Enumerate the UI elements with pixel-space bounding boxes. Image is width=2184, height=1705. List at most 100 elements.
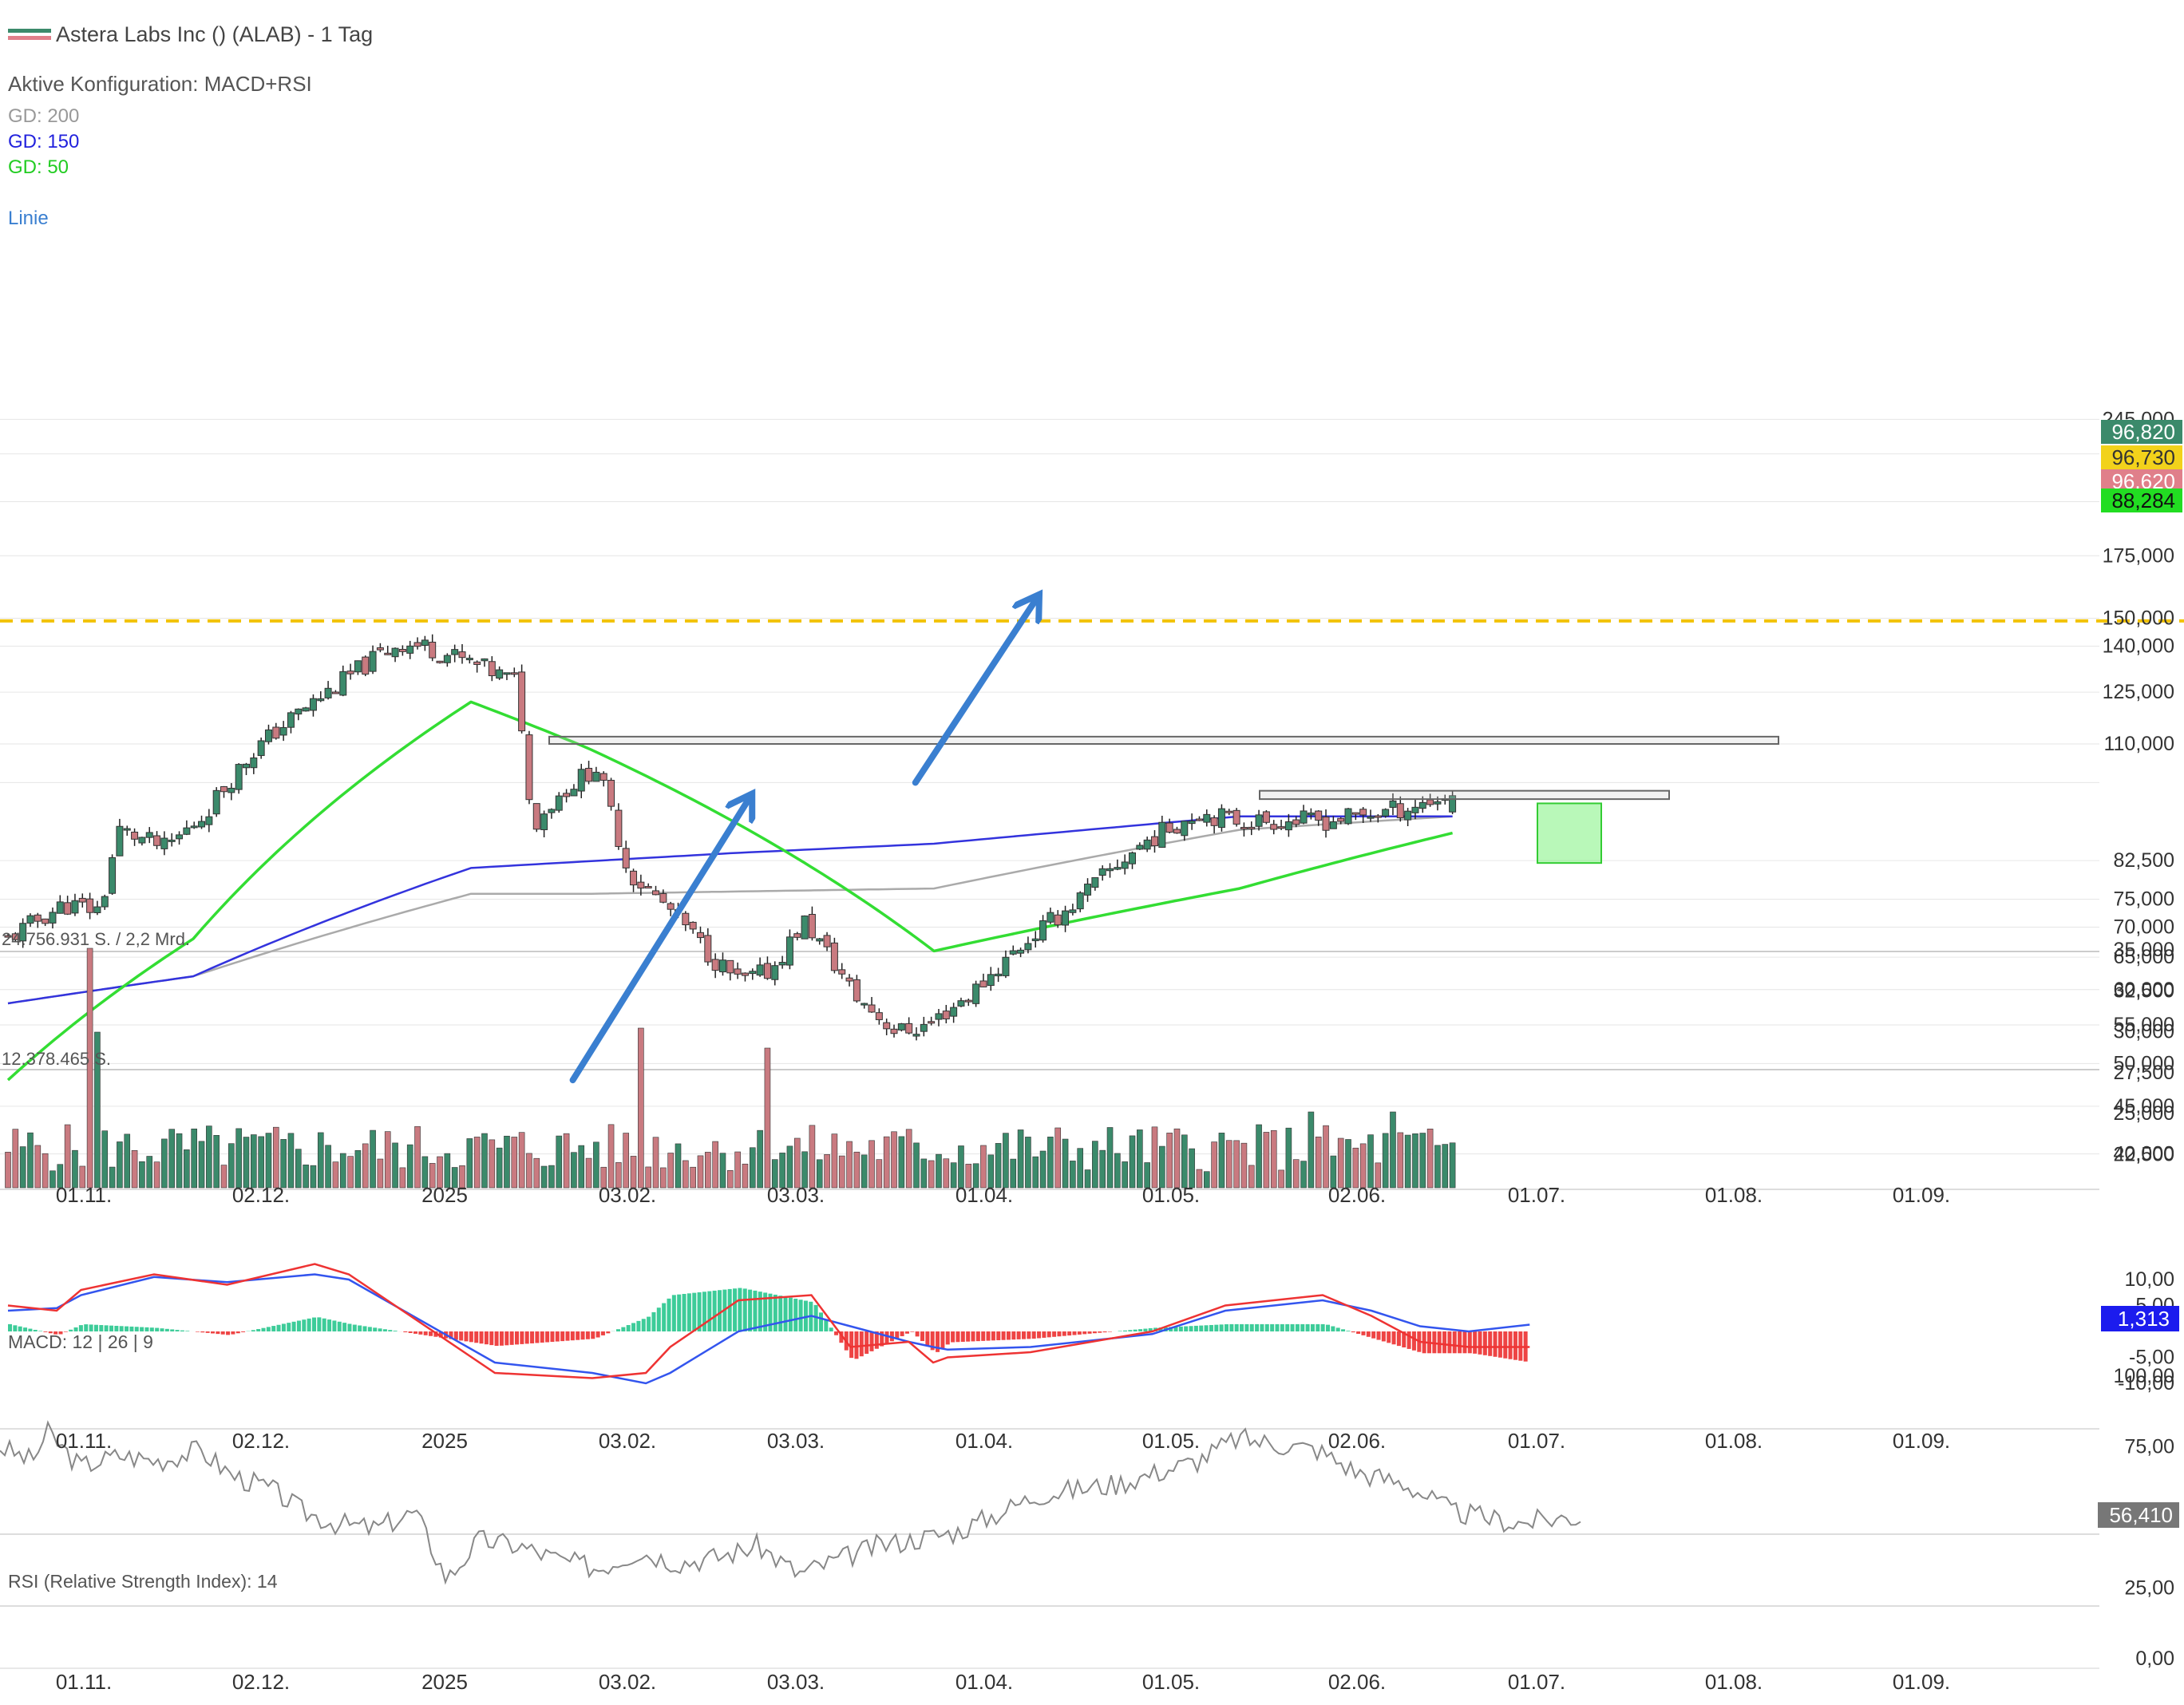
macd-histogram-bar (1067, 1331, 1072, 1336)
candle-body (928, 1021, 936, 1024)
volume-bar (793, 1137, 801, 1189)
macd-histogram-bar (114, 1325, 119, 1331)
macd-histogram-bar (1467, 1331, 1472, 1354)
candle-body (883, 1022, 891, 1030)
volume-bar (757, 1129, 763, 1189)
config-label[interactable]: Aktive Konfiguration: MACD+RSI (8, 72, 312, 97)
candle-body (64, 902, 72, 915)
macd-histogram-bar (1184, 1326, 1189, 1331)
macd-histogram-bar (164, 1328, 169, 1331)
volume-bar (1225, 1140, 1232, 1189)
macd-histogram-bar (1240, 1323, 1244, 1331)
macd-histogram-bar (1225, 1324, 1228, 1331)
candle-body (808, 913, 816, 939)
volume-bar (883, 1136, 890, 1189)
candle-body (198, 821, 206, 828)
candle-body (86, 898, 94, 913)
candle-body (1046, 912, 1054, 923)
macd-histogram-bar (677, 1294, 682, 1331)
candle-body (93, 906, 101, 913)
macd-histogram-bar (1452, 1331, 1457, 1354)
candle-body (615, 809, 623, 847)
volume-bar (198, 1141, 205, 1189)
candle-body (56, 901, 64, 914)
macd-histogram-bar (560, 1331, 565, 1342)
date-tick-label: 03.02. (599, 1429, 656, 1453)
macd-histogram-bar (580, 1331, 585, 1340)
volume-bar (64, 1124, 71, 1189)
stock-chart[interactable]: 245,000225,000200,000175,000150,000140,0… (0, 0, 2184, 1705)
linie-legend[interactable]: Linie (8, 208, 49, 230)
macd-histogram-bar (1351, 1331, 1355, 1333)
candle-body (272, 726, 280, 739)
volume-bar (1137, 1129, 1143, 1189)
volume-bar (905, 1129, 912, 1189)
candle-body (1262, 811, 1270, 823)
volume-bar (101, 1130, 109, 1189)
macd-histogram-bar (1209, 1324, 1213, 1331)
rsi-tag-label: 56,410 (2109, 1503, 2173, 1527)
macd-histogram-bar (712, 1290, 717, 1331)
candle-body (830, 942, 838, 971)
volume-bar (354, 1149, 362, 1189)
candle-body (785, 936, 793, 966)
macd-histogram-bar (220, 1331, 225, 1335)
candle-body (34, 914, 42, 922)
candle-body (1114, 867, 1122, 870)
macd-histogram-bar (986, 1331, 991, 1341)
volume-bar (719, 1153, 726, 1189)
highlight-box (1537, 802, 1602, 864)
macd-histogram-bar (951, 1331, 956, 1343)
macd-histogram-bar (834, 1331, 839, 1335)
volume-bar (682, 1160, 689, 1189)
volume-bar (49, 1170, 56, 1189)
chart-title: Astera Labs Inc () (ALAB) - 1 Tag (56, 22, 374, 46)
candle-body (1351, 812, 1359, 815)
macd-histogram-bar (1189, 1326, 1193, 1331)
candle-body (235, 764, 243, 790)
volume-bar (607, 1124, 615, 1189)
macd-histogram-bar (1275, 1323, 1280, 1331)
candle-body (637, 881, 645, 889)
candle-body (324, 687, 332, 698)
gd200-legend[interactable]: GD: 200 (8, 105, 79, 128)
macd-histogram-bar (626, 1325, 631, 1331)
candle-body (212, 789, 220, 815)
volume-bar (1292, 1159, 1300, 1189)
volume-bar (742, 1163, 749, 1189)
candle-body (295, 708, 303, 715)
candle-body (1277, 826, 1285, 829)
candle-body (912, 1034, 920, 1037)
macd-histogram-bar (621, 1327, 626, 1331)
candle-body (592, 771, 600, 782)
macd-histogram-bar (489, 1331, 494, 1346)
candle-body (26, 915, 34, 924)
volume-bar (928, 1160, 935, 1189)
volume-bar (511, 1137, 518, 1189)
candle-body (555, 795, 563, 811)
candle-body (816, 938, 824, 942)
macd-histogram-bar (1001, 1331, 1006, 1340)
volume-bar (310, 1165, 317, 1189)
macd-histogram-bar (388, 1330, 393, 1331)
candle-body (957, 1000, 965, 1007)
macd-histogram-bar (869, 1331, 874, 1351)
volume-bar (1308, 1111, 1315, 1189)
volume-bar (303, 1165, 309, 1189)
candle-body (1255, 814, 1263, 827)
macd-histogram-bar (362, 1326, 367, 1331)
candle-body (1062, 910, 1070, 926)
macd-histogram-bar (1098, 1331, 1102, 1333)
macd-histogram-bar (1042, 1331, 1046, 1338)
volume-bar (1256, 1124, 1262, 1189)
candle-body (1009, 950, 1017, 955)
volume-bar (980, 1145, 987, 1189)
gd150-legend[interactable]: GD: 150 (8, 131, 79, 153)
volume-bar (168, 1129, 176, 1189)
macd-histogram-bar (1219, 1324, 1224, 1331)
macd-histogram-bar (1062, 1331, 1066, 1336)
gd50-legend[interactable]: GD: 50 (8, 156, 69, 179)
date-tick-label: 01.04. (956, 1670, 1013, 1694)
candle-body (1091, 877, 1099, 888)
candle-body (220, 785, 228, 793)
